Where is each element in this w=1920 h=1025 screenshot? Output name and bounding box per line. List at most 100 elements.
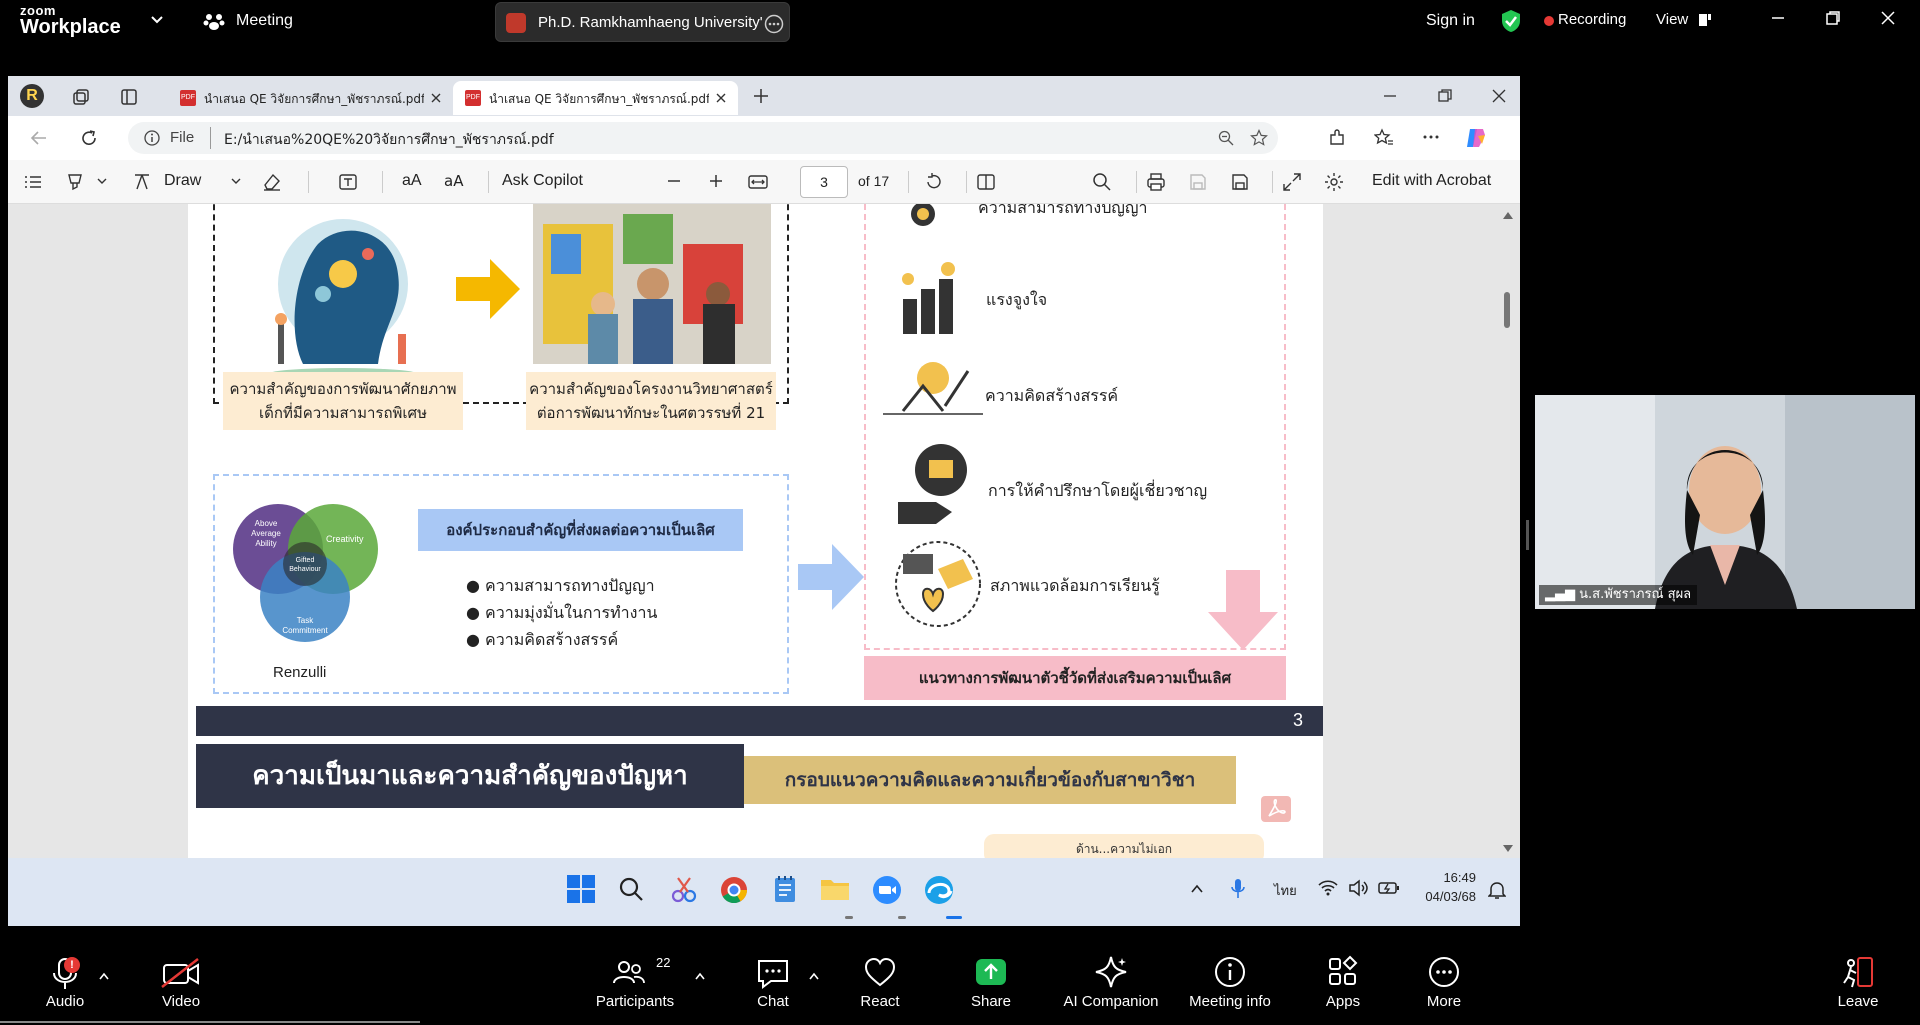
components-title: องค์ประกอบสำคัญที่ส่งผลต่อความเป็นเลิศ [418,509,743,551]
refresh-icon[interactable] [80,129,98,147]
zoom-app-icon[interactable] [872,875,902,905]
notepad-icon[interactable] [773,874,797,904]
window-close-icon[interactable] [1492,89,1506,103]
highlight-icon[interactable] [66,172,86,192]
translate-button[interactable]: аА [444,172,463,190]
toolbar-divider [1136,171,1137,193]
view-menu[interactable]: View [1656,11,1688,28]
eraser-icon[interactable] [262,172,282,192]
chat-button[interactable]: Chat [735,947,811,1025]
recording-status[interactable]: Recording [1558,11,1626,28]
participant-video-tile[interactable]: ▂▄▆ น.ส.พัชราภรณ์ สุผล [1535,395,1915,609]
copilot-icon[interactable] [1464,126,1488,150]
text-box-icon[interactable] [338,172,358,192]
save-icon[interactable] [1188,172,1208,192]
shield-check-icon[interactable] [1500,9,1522,33]
settings-gear-icon[interactable] [1324,172,1344,192]
video-button[interactable]: Video [146,947,216,1025]
chevron-down-icon[interactable] [230,175,242,187]
renzulli-label: Renzulli [273,664,327,681]
tab-close-icon[interactable] [715,92,727,104]
leave-button[interactable]: Leave [1820,947,1896,1025]
window-minimize-icon[interactable] [1383,89,1397,103]
window-restore-icon[interactable] [1438,89,1452,103]
meeting-menu[interactable]: Meeting [236,12,293,30]
battery-icon[interactable] [1378,880,1400,896]
taskbar-search-icon[interactable] [618,876,644,902]
save-as-icon[interactable] [1230,172,1250,192]
more-button[interactable]: More [1406,947,1482,1025]
zoom-in-icon[interactable] [708,173,724,189]
participants-chevron-icon[interactable] [694,971,706,981]
acrobat-float-icon[interactable] [1261,796,1291,822]
zoom-out-icon[interactable] [666,173,682,189]
page-view-icon[interactable] [976,172,996,192]
fit-width-icon[interactable] [748,172,768,192]
wifi-icon[interactable] [1318,880,1338,896]
profile-avatar[interactable]: R [20,84,44,108]
minimize-icon[interactable] [1770,10,1786,26]
ask-copilot-button[interactable]: Ask Copilot [502,172,583,190]
apps-button[interactable]: Apps [1305,947,1381,1025]
restore-icon[interactable] [1825,10,1841,26]
windows-start-icon[interactable] [566,874,596,904]
scrollbar-thumb[interactable] [1504,292,1510,328]
read-aloud-button[interactable]: aA [402,172,422,190]
signal-bars-icon: ▂▄▆ [1545,587,1580,602]
favorite-star-icon[interactable] [1250,129,1268,147]
tab-pdf-1[interactable]: PDF นำเสนอ QE วิจัยการศึกษา_พัชราภรณ์.pd… [168,81,453,115]
react-button[interactable]: React [842,947,918,1025]
tab-pdf-2-active[interactable]: PDF นำเสนอ QE วิจัยการศึกษา_พัชราภรณ์.pd… [453,81,738,115]
chevron-down-icon[interactable] [150,12,164,26]
view-layout-icon[interactable] [1698,13,1712,27]
zoom-logo: zoom Workplace [20,4,121,37]
sign-in-link[interactable]: Sign in [1426,12,1475,30]
audio-button[interactable]: Audio [30,947,100,1025]
pdf-viewport[interactable]: ความสำคัญของการพัฒนาศักยภาพ เด็กที่มีควา… [8,204,1520,858]
input-language[interactable]: ไทย [1274,880,1297,901]
share-button[interactable]: Share [953,947,1029,1025]
snipping-tool-icon[interactable] [670,876,698,904]
taskbar-time[interactable]: 16:49 [1420,870,1476,885]
draw-pen-icon[interactable] [132,172,152,192]
scroll-down-arrow-icon[interactable] [1502,844,1514,854]
notifications-bell-icon[interactable] [1488,880,1506,900]
workspaces-icon[interactable] [72,88,90,106]
print-icon[interactable] [1146,172,1166,192]
more-options-icon[interactable] [764,14,784,34]
volume-icon[interactable] [1348,879,1368,897]
audio-options-chevron-icon[interactable] [98,971,110,981]
microphone-tray-icon[interactable] [1230,878,1246,900]
chrome-icon[interactable] [720,876,748,904]
contents-list-icon[interactable] [24,173,42,191]
taskbar-date[interactable]: 04/03/68 [1412,889,1476,904]
zoom-page-icon[interactable] [1218,130,1234,146]
close-icon[interactable] [1880,10,1896,26]
tab-close-icon[interactable] [430,92,442,104]
info-icon[interactable] [144,130,160,146]
rotate-icon[interactable] [924,172,944,192]
edge-icon[interactable] [924,875,954,905]
tray-chevron-up-icon[interactable] [1190,882,1204,896]
scroll-up-arrow-icon[interactable] [1502,210,1514,220]
panel-resize-handle[interactable] [1526,520,1529,550]
fullscreen-icon[interactable] [1282,172,1302,192]
back-arrow-icon[interactable] [30,129,48,147]
meeting-title-pill[interactable]: Ph.D. Ramkhamhaeng University' [495,2,790,42]
file-explorer-icon[interactable] [820,876,850,902]
edit-with-acrobat-button[interactable]: Edit with Acrobat [1372,172,1491,190]
new-tab-icon[interactable] [752,87,770,105]
chat-chevron-icon[interactable] [808,971,820,981]
chevron-down-icon[interactable] [96,175,108,187]
tab-actions-icon[interactable] [120,88,138,106]
page-number-input[interactable]: 3 [800,166,848,198]
url-field[interactable]: File E:/นำเสนอ%20QE%20วิจัยการศึกษา_พัชร… [128,122,1278,154]
browser-menu-icon[interactable] [1422,128,1440,146]
ai-companion-button[interactable]: AI Companion [1056,947,1166,1025]
url-text[interactable]: E:/นำเสนอ%20QE%20วิจัยการศึกษา_พัชราภรณ์… [224,129,554,151]
extensions-icon[interactable] [1328,129,1346,147]
draw-button[interactable]: Draw [164,172,201,190]
search-icon[interactable] [1092,172,1112,192]
meeting-info-button[interactable]: Meeting info [1180,947,1280,1025]
favorites-icon[interactable] [1374,128,1394,148]
